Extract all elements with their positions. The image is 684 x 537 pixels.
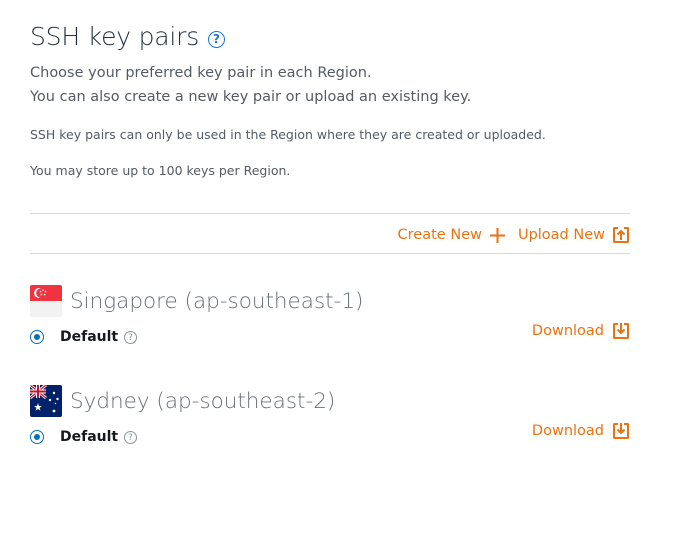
region-singapore: Singapore (ap-southeast-1) Default ? Dow… [30,285,630,355]
description-line-2: You can also create a new key pair or up… [30,89,472,105]
singapore-flag-icon [30,285,62,317]
divider-bottom [30,253,630,254]
divider-top [30,213,630,214]
plus-icon [489,227,505,243]
default-key-radio[interactable] [30,330,44,344]
title-row: SSH key pairs ? [30,20,226,54]
help-icon[interactable]: ? [124,431,137,444]
description-line-1: Choose your preferred key pair in each R… [30,65,372,81]
download-icon [613,423,629,439]
create-new-button[interactable]: Create New [398,224,506,246]
key-limit-note: You may store up to 100 keys per Region. [30,163,291,178]
region-name: Singapore (ap-southeast-1) [70,289,364,314]
default-key-label: Default [60,329,119,345]
help-icon[interactable]: ? [208,30,226,48]
download-label: Download [531,423,604,439]
region-restriction-note: SSH key pairs can only be used in the Re… [30,127,546,142]
page-title: SSH key pairs [30,22,200,51]
region-sydney: Sydney (ap-southeast-2) Default ? Downlo… [30,385,630,455]
upload-new-label: Upload New [517,227,605,243]
default-key-label: Default [60,429,119,445]
download-icon [613,323,629,339]
download-label: Download [531,323,604,339]
australia-flag-icon [30,385,62,417]
default-key-radio[interactable] [30,430,44,444]
create-new-label: Create New [397,227,482,243]
key-actions: Create New Upload New [398,224,630,246]
download-button[interactable]: Download [532,420,630,442]
upload-icon [613,227,629,243]
upload-new-button[interactable]: Upload New [518,224,630,246]
download-button[interactable]: Download [532,320,630,342]
region-name: Sydney (ap-southeast-2) [70,389,336,414]
help-icon[interactable]: ? [124,331,137,344]
